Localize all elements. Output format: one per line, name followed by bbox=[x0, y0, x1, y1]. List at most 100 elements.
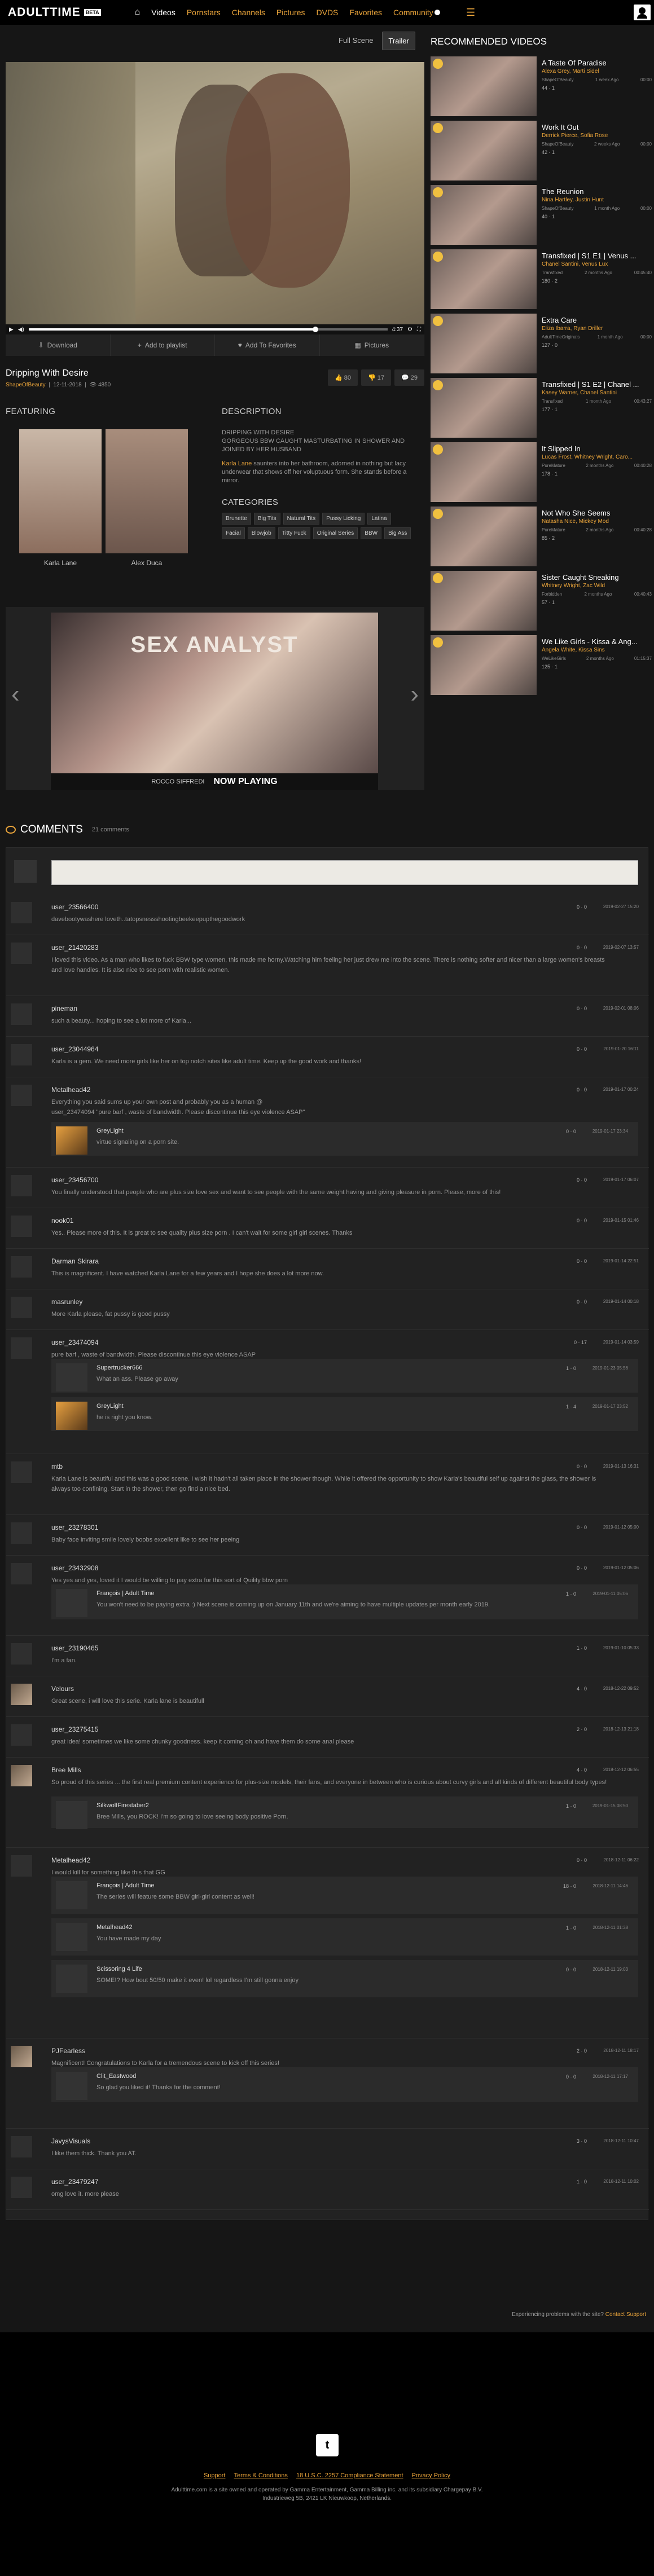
carousel-prev-icon[interactable]: ‹ bbox=[11, 680, 20, 708]
avatar[interactable] bbox=[11, 2136, 32, 2157]
reply-votes[interactable]: 0 · 0 bbox=[566, 1967, 576, 1972]
recommended-cast[interactable]: Alexa Grey, Marti Sidel bbox=[542, 68, 652, 74]
add-to-playlist-button[interactable]: + Add to playlist bbox=[111, 334, 215, 356]
reply-votes[interactable]: 1 · 0 bbox=[566, 1925, 576, 1931]
comment-author[interactable]: Metalhead42 bbox=[51, 1086, 90, 1094]
video-thumbnail[interactable] bbox=[431, 121, 537, 180]
recommended-video[interactable]: The Reunion Nina Hartley, Justin Hunt Shap… bbox=[431, 185, 652, 246]
settings-icon[interactable]: ⚙ bbox=[407, 327, 412, 333]
comment-author[interactable]: pineman bbox=[51, 1005, 77, 1012]
avatar[interactable] bbox=[56, 1881, 87, 1909]
avatar[interactable] bbox=[11, 1044, 32, 1065]
recommended-video[interactable]: Transfixed | S1 E2 | Chanel ... Kasey War… bbox=[431, 378, 652, 439]
comment-author[interactable]: Metalhead42 bbox=[51, 1856, 90, 1864]
recommended-studio[interactable]: ShapeOfBeauty bbox=[542, 142, 573, 147]
category-tag[interactable]: BBW bbox=[361, 527, 382, 539]
promo-banner[interactable]: SEX ANALYST bbox=[51, 613, 378, 773]
reply-votes[interactable]: 0 · 0 bbox=[566, 2074, 576, 2080]
avatar[interactable] bbox=[11, 1337, 32, 1359]
comment-votes[interactable]: 0 · 17 bbox=[574, 1340, 587, 1345]
avatar[interactable] bbox=[11, 2177, 32, 2198]
reply-votes[interactable]: 1 · 0 bbox=[566, 1591, 576, 1597]
footer-link-support[interactable]: Support bbox=[204, 2472, 226, 2479]
footer-link-privacy[interactable]: Privacy Policy bbox=[412, 2472, 450, 2479]
comment-votes[interactable]: 0 · 0 bbox=[577, 1218, 587, 1223]
reply-votes[interactable]: 1 · 4 bbox=[566, 1404, 576, 1410]
category-tag[interactable]: Big Ass bbox=[384, 527, 411, 539]
reply-author[interactable]: GreyLight bbox=[96, 1403, 124, 1410]
recommended-video[interactable]: It Slipped In Lucas Frost, Whitney Wright… bbox=[431, 442, 652, 503]
video-thumbnail[interactable] bbox=[431, 249, 537, 309]
comment-author[interactable]: mtb bbox=[51, 1463, 63, 1470]
reply-author[interactable]: Clit_Eastwood bbox=[96, 2073, 136, 2080]
comment-votes[interactable]: 0 · 0 bbox=[577, 904, 587, 910]
recommended-title[interactable]: Extra Care bbox=[542, 316, 652, 324]
comment-author[interactable]: user_23275415 bbox=[51, 1725, 98, 1733]
nav-videos[interactable]: Videos bbox=[151, 8, 175, 17]
comment-author[interactable]: user_21420283 bbox=[51, 944, 98, 952]
recommended-studio[interactable]: PureMature bbox=[542, 463, 565, 468]
download-button[interactable]: ⇩ Download bbox=[6, 334, 111, 356]
comment-author[interactable]: nook01 bbox=[51, 1217, 73, 1225]
recommended-video[interactable]: Transfixed | S1 E1 | Venus ... Chanel San… bbox=[431, 249, 652, 310]
comment-author[interactable]: Darman Skirara bbox=[51, 1257, 99, 1265]
recommended-cast[interactable]: Natasha Nice, Mickey Mod bbox=[542, 518, 652, 525]
nav-pornstars[interactable]: Pornstars bbox=[187, 8, 221, 17]
recommended-studio[interactable]: ShapeOfBeauty bbox=[542, 206, 573, 211]
comment-author[interactable]: user_23456700 bbox=[51, 1176, 98, 1184]
comment-author[interactable]: user_23566400 bbox=[51, 903, 98, 911]
comment-votes[interactable]: 2 · 0 bbox=[577, 2048, 587, 2054]
like-button[interactable]: 👍 80 bbox=[327, 369, 358, 386]
video-player[interactable] bbox=[6, 62, 424, 324]
comment-author[interactable]: JavysVisuals bbox=[51, 2137, 90, 2145]
reply-author[interactable]: Metalhead42 bbox=[96, 1924, 133, 1931]
model-card[interactable]: Karla Lane bbox=[19, 429, 102, 567]
reply-author[interactable]: Supertrucker666 bbox=[96, 1364, 142, 1371]
video-thumbnail[interactable] bbox=[431, 185, 537, 245]
add-to-favorites-button[interactable]: ♥ Add To Favorites bbox=[215, 334, 320, 356]
avatar[interactable] bbox=[11, 1855, 32, 1877]
category-tag[interactable]: Titty Fuck bbox=[278, 527, 310, 539]
avatar[interactable] bbox=[56, 1126, 87, 1155]
comment-author[interactable]: Velours bbox=[51, 1685, 74, 1693]
seek-handle[interactable] bbox=[313, 327, 319, 332]
comment-votes[interactable]: 0 · 0 bbox=[577, 1006, 587, 1011]
avatar[interactable] bbox=[11, 1175, 32, 1196]
recommended-cast[interactable]: Nina Hartley, Justin Hunt bbox=[542, 197, 652, 203]
recommended-video[interactable]: Work It Out Derrick Pierce, Sofia Rose Sha… bbox=[431, 121, 652, 182]
comment-author[interactable]: user_23190465 bbox=[51, 1644, 98, 1652]
recommended-title[interactable]: The Reunion bbox=[542, 187, 652, 196]
carousel-next-icon[interactable]: › bbox=[410, 680, 419, 708]
footer-link-terms[interactable]: Terms & Conditions bbox=[234, 2472, 288, 2479]
comment-votes[interactable]: 0 · 0 bbox=[577, 1857, 587, 1863]
comment-votes[interactable]: 4 · 0 bbox=[577, 1686, 587, 1692]
menu-hamburger-icon[interactable]: ☰ bbox=[466, 0, 475, 25]
video-thumbnail[interactable] bbox=[431, 314, 537, 373]
model-card[interactable]: Alex Duca bbox=[106, 429, 188, 567]
reply-author[interactable]: SilkwolfFirestaber2 bbox=[96, 1802, 149, 1809]
avatar[interactable] bbox=[11, 1003, 32, 1025]
avatar[interactable] bbox=[11, 1563, 32, 1584]
video-thumbnail[interactable] bbox=[431, 507, 537, 566]
avatar[interactable] bbox=[56, 1965, 87, 1993]
avatar[interactable] bbox=[56, 2072, 87, 2100]
tab-trailer[interactable]: Trailer bbox=[382, 32, 415, 50]
category-tag[interactable]: Original Series bbox=[313, 527, 358, 539]
nav-community[interactable]: Community bbox=[393, 8, 440, 17]
comment-author[interactable]: masrunley bbox=[51, 1298, 82, 1306]
avatar[interactable] bbox=[11, 1765, 32, 1786]
comment-votes[interactable]: 0 · 0 bbox=[577, 1258, 587, 1264]
video-thumbnail[interactable] bbox=[431, 442, 537, 502]
comment-votes[interactable]: 1 · 0 bbox=[577, 1645, 587, 1651]
video-thumbnail[interactable] bbox=[431, 635, 537, 695]
reply-author[interactable]: François | Adult Time bbox=[96, 1882, 155, 1889]
comment-votes[interactable]: 2 · 0 bbox=[577, 1727, 587, 1732]
avatar[interactable] bbox=[56, 1801, 87, 1829]
video-thumbnail[interactable] bbox=[431, 378, 537, 438]
recommended-video[interactable]: Sister Caught Sneaking Whitney Wright, Za… bbox=[431, 571, 652, 632]
avatar[interactable] bbox=[56, 1923, 87, 1951]
volume-icon[interactable]: ◀) bbox=[18, 327, 24, 333]
comment-votes[interactable]: 1 · 0 bbox=[577, 2179, 587, 2185]
tab-full-scene[interactable]: Full Scene bbox=[333, 32, 379, 50]
comment-votes[interactable]: 3 · 0 bbox=[577, 2138, 587, 2144]
